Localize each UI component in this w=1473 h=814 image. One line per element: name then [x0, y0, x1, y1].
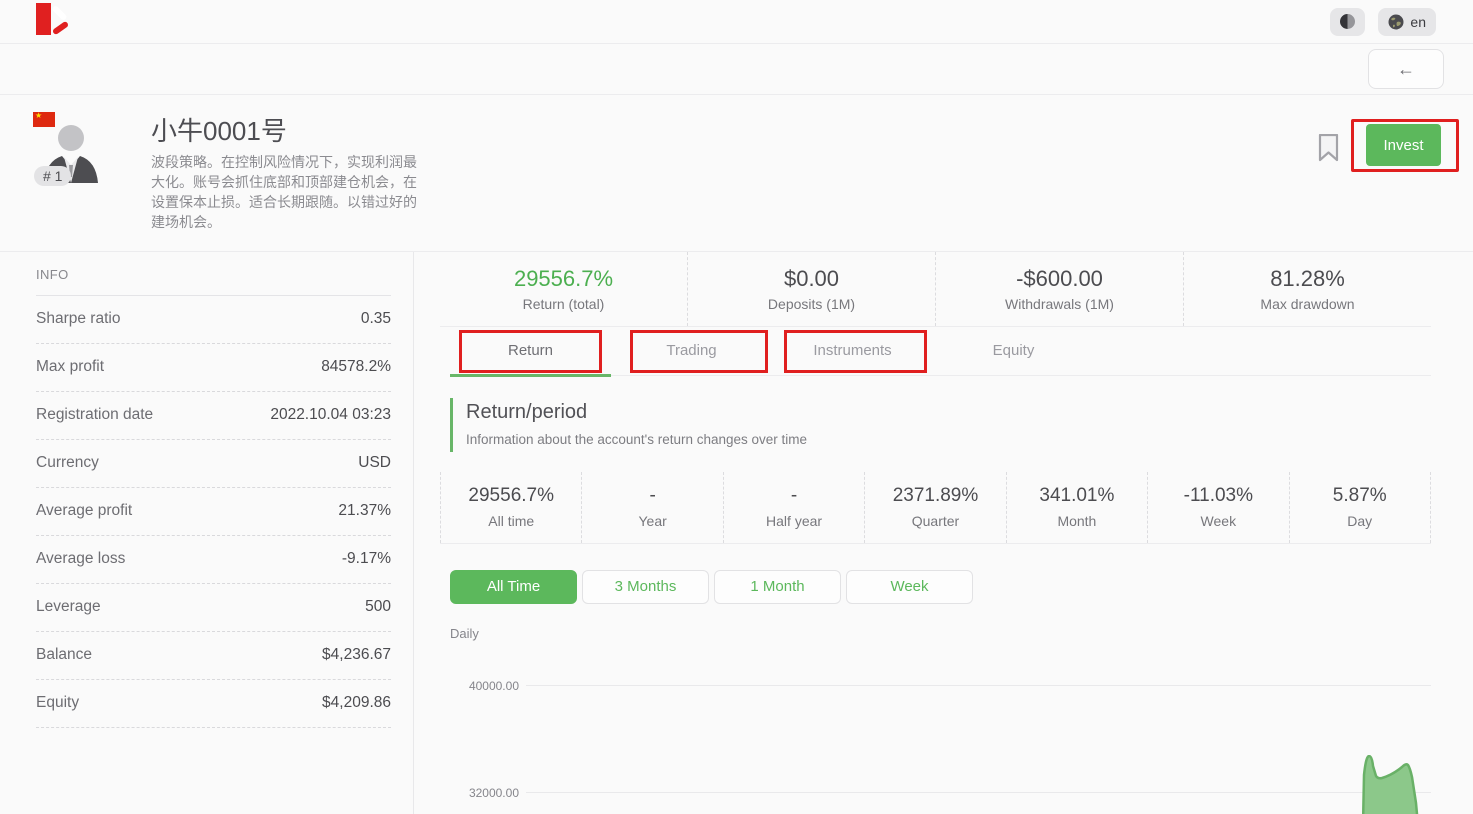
- period-stats-row: 29556.7% All time - Year - Half year 237…: [440, 472, 1431, 544]
- language-button[interactable]: en: [1378, 8, 1436, 36]
- section-title: Return/period: [466, 401, 1431, 424]
- contrast-icon: [1340, 14, 1355, 29]
- info-panel-title: INFO: [36, 267, 391, 296]
- info-row-max-profit: Max profit 84578.2%: [36, 344, 391, 392]
- info-row-average-loss: Average loss -9.17%: [36, 536, 391, 584]
- y-axis-tick-32000: 32000.00: [440, 786, 526, 800]
- top-actions: en: [1330, 8, 1436, 36]
- trader-profile-header: ★ # 1 小牛0001号 波段策略。在控制风险情况下，实现利润最大化。账号会抓…: [0, 95, 1473, 252]
- period-month: 341.01% Month: [1006, 472, 1147, 543]
- invest-button[interactable]: Invest: [1366, 124, 1441, 166]
- range-all-time-button[interactable]: All Time: [450, 570, 577, 604]
- stat-return-total: 29556.7% Return (total): [440, 252, 687, 326]
- tab-instruments[interactable]: Instruments: [772, 327, 933, 375]
- y-axis-tick-40000: 40000.00: [440, 679, 526, 693]
- info-row-equity: Equity $4,209.86: [36, 680, 391, 728]
- back-arrow-icon: ←: [1397, 59, 1415, 80]
- account-tabs: Return Trading Instruments Equity: [450, 327, 1431, 376]
- stat-deposits: $0.00 Deposits (1M): [687, 252, 935, 326]
- rank-badge: # 1: [34, 166, 71, 186]
- range-3-months-button[interactable]: 3 Months: [582, 570, 709, 604]
- language-label: en: [1410, 14, 1426, 30]
- chart-frequency-label: Daily: [450, 626, 1431, 641]
- summary-stats-row: 29556.7% Return (total) $0.00 Deposits (…: [440, 252, 1431, 327]
- annotation-box-invest: Invest: [1351, 119, 1459, 172]
- back-button[interactable]: ←: [1368, 49, 1444, 89]
- info-row-balance: Balance $4,236.67: [36, 632, 391, 680]
- return-chart: 40000.00 32000.00: [440, 665, 1431, 814]
- period-day: 5.87% Day: [1289, 472, 1431, 543]
- info-row-currency: Currency USD: [36, 440, 391, 488]
- bookmark-icon[interactable]: [1318, 134, 1339, 162]
- stat-max-drawdown: 81.28% Max drawdown: [1183, 252, 1431, 326]
- section-subtitle: Information about the account's return c…: [466, 432, 1431, 447]
- top-bar: en: [0, 0, 1473, 44]
- sub-bar: ←: [0, 44, 1473, 95]
- gridline: [526, 685, 1431, 686]
- chart-range-buttons: All Time 3 Months 1 Month Week: [450, 570, 1431, 604]
- info-row-registration-date: Registration date 2022.10.04 03:23: [36, 392, 391, 440]
- theme-toggle-button[interactable]: [1330, 8, 1365, 36]
- globe-icon: [1388, 14, 1404, 30]
- info-row-sharpe-ratio: Sharpe ratio 0.35: [36, 296, 391, 344]
- area-chart-spike: [1362, 755, 1426, 814]
- period-quarter: 2371.89% Quarter: [864, 472, 1005, 543]
- trader-description: 波段策略。在控制风险情况下，实现利润最大化。账号会抓住底部和顶部建仓机会，在设置…: [151, 153, 419, 233]
- roboforex-logo-icon[interactable]: [36, 3, 67, 35]
- info-row-leverage: Leverage 500: [36, 584, 391, 632]
- range-week-button[interactable]: Week: [846, 570, 973, 604]
- avatar: ★ # 1: [33, 109, 118, 233]
- tab-equity[interactable]: Equity: [933, 327, 1094, 375]
- trader-name: 小牛0001号: [151, 111, 431, 148]
- period-week: -11.03% Week: [1147, 472, 1288, 543]
- stat-withdrawals: -$600.00 Withdrawals (1M): [935, 252, 1183, 326]
- period-year: - Year: [581, 472, 722, 543]
- period-all-time: 29556.7% All time: [440, 472, 581, 543]
- china-flag-icon: ★: [33, 112, 55, 127]
- info-row-average-profit: Average profit 21.37%: [36, 488, 391, 536]
- tab-return[interactable]: Return: [450, 327, 611, 375]
- period-half-year: - Half year: [723, 472, 864, 543]
- gridline: [526, 792, 1431, 793]
- tab-trading[interactable]: Trading: [611, 327, 772, 375]
- return-period-section-header: Return/period Information about the acco…: [450, 398, 1431, 452]
- range-1-month-button[interactable]: 1 Month: [714, 570, 841, 604]
- info-panel: INFO Sharpe ratio 0.35 Max profit 84578.…: [0, 252, 414, 814]
